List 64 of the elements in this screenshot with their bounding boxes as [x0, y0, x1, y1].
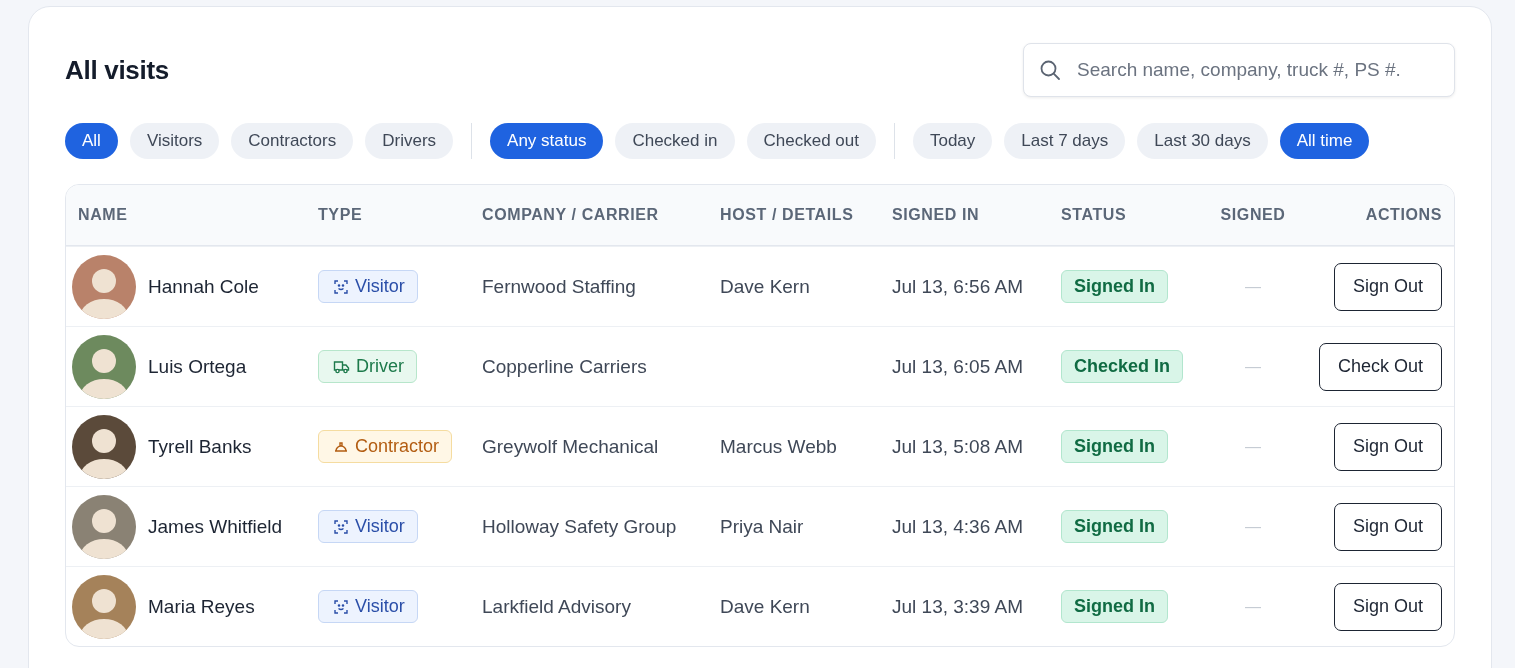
action-button[interactable]: Sign Out — [1333, 502, 1442, 551]
action-button[interactable]: Check Out — [1318, 342, 1442, 391]
status-badge: Signed In — [1061, 510, 1168, 543]
company-text: Holloway Safety Group — [482, 515, 677, 538]
status-badge: Signed In — [1061, 430, 1168, 463]
filter-chip[interactable]: Contractors — [231, 123, 354, 159]
column-header: NAME — [78, 206, 128, 224]
filter-chip[interactable]: Checked out — [746, 123, 876, 159]
column-header: TYPE — [318, 206, 363, 224]
column-header: ACTIONS — [1365, 206, 1442, 224]
visitor-name: Tyrell Banks — [148, 435, 252, 458]
column-header: SIGNED — [1220, 206, 1286, 224]
company-text: Greywolf Mechanical — [482, 435, 659, 458]
filter-chip[interactable]: Checked in — [615, 123, 735, 159]
host-text: Dave Kern — [720, 275, 810, 298]
visitor-name: Luis Ortega — [148, 355, 247, 378]
type-badge: Driver — [318, 350, 417, 383]
action-button[interactable]: Sign Out — [1333, 582, 1442, 631]
status-badge: Signed In — [1061, 270, 1168, 303]
signed-dash: — — [1245, 357, 1261, 376]
visitor-name: James Whitfield — [148, 515, 283, 538]
signed-in-time: Jul 13, 6:05 AM — [892, 355, 1023, 378]
signed-dash: — — [1245, 437, 1261, 456]
column-header: HOST / DETAILS — [720, 206, 854, 224]
type-badge: Visitor — [318, 270, 418, 303]
signed-in-time: Jul 13, 4:36 AM — [892, 515, 1023, 538]
face-scan-icon — [333, 518, 349, 535]
signed-in-time: Jul 13, 5:08 AM — [892, 435, 1023, 458]
host-text: Priya Nair — [720, 515, 804, 538]
company-text: Fernwood Staffing — [482, 275, 636, 298]
filter-chip[interactable]: Visitors — [129, 123, 220, 159]
host-text: Marcus Webb — [720, 435, 837, 458]
visitor-name: Hannah Cole — [148, 275, 259, 298]
signed-in-time: Jul 13, 3:39 AM — [892, 595, 1023, 618]
signed-dash: — — [1245, 517, 1261, 536]
status-badge: Signed In — [1061, 590, 1168, 623]
company-text: Copperline Carriers — [482, 355, 647, 378]
truck-icon — [333, 358, 350, 375]
status-badge: Checked In — [1061, 350, 1184, 383]
type-badge: Contractor — [318, 430, 453, 463]
filter-chip[interactable]: Today — [912, 123, 993, 159]
column-header: COMPANY / CARRIER — [482, 206, 659, 224]
face-scan-icon — [333, 278, 349, 295]
host-text: Dave Kern — [720, 595, 810, 618]
type-badge: Visitor — [318, 510, 418, 543]
type-badge: Visitor — [318, 590, 418, 623]
company-text: Larkfield Advisory — [482, 595, 631, 618]
filter-chip[interactable]: Drivers — [365, 123, 454, 159]
filter-chip[interactable]: Any status — [490, 123, 604, 159]
face-scan-icon — [333, 598, 349, 615]
filter-chip[interactable]: All — [65, 123, 118, 159]
search-field[interactable]: Search name, company, truck #, PS #. — [1023, 43, 1455, 97]
page-title: All visits — [65, 54, 169, 86]
signed-dash: — — [1245, 597, 1261, 616]
visitor-name: Maria Reyes — [148, 595, 255, 618]
column-header: STATUS — [1061, 206, 1127, 224]
action-button[interactable]: Sign Out — [1333, 422, 1442, 471]
filter-chip[interactable]: Last 30 days — [1137, 123, 1268, 159]
action-button[interactable]: Sign Out — [1333, 262, 1442, 311]
signed-in-time: Jul 13, 6:56 AM — [892, 275, 1023, 298]
column-header: SIGNED IN — [892, 206, 980, 224]
filter-chip[interactable]: All time — [1279, 123, 1370, 159]
filter-chip[interactable]: Last 7 days — [1004, 123, 1126, 159]
signed-dash: — — [1245, 277, 1261, 296]
